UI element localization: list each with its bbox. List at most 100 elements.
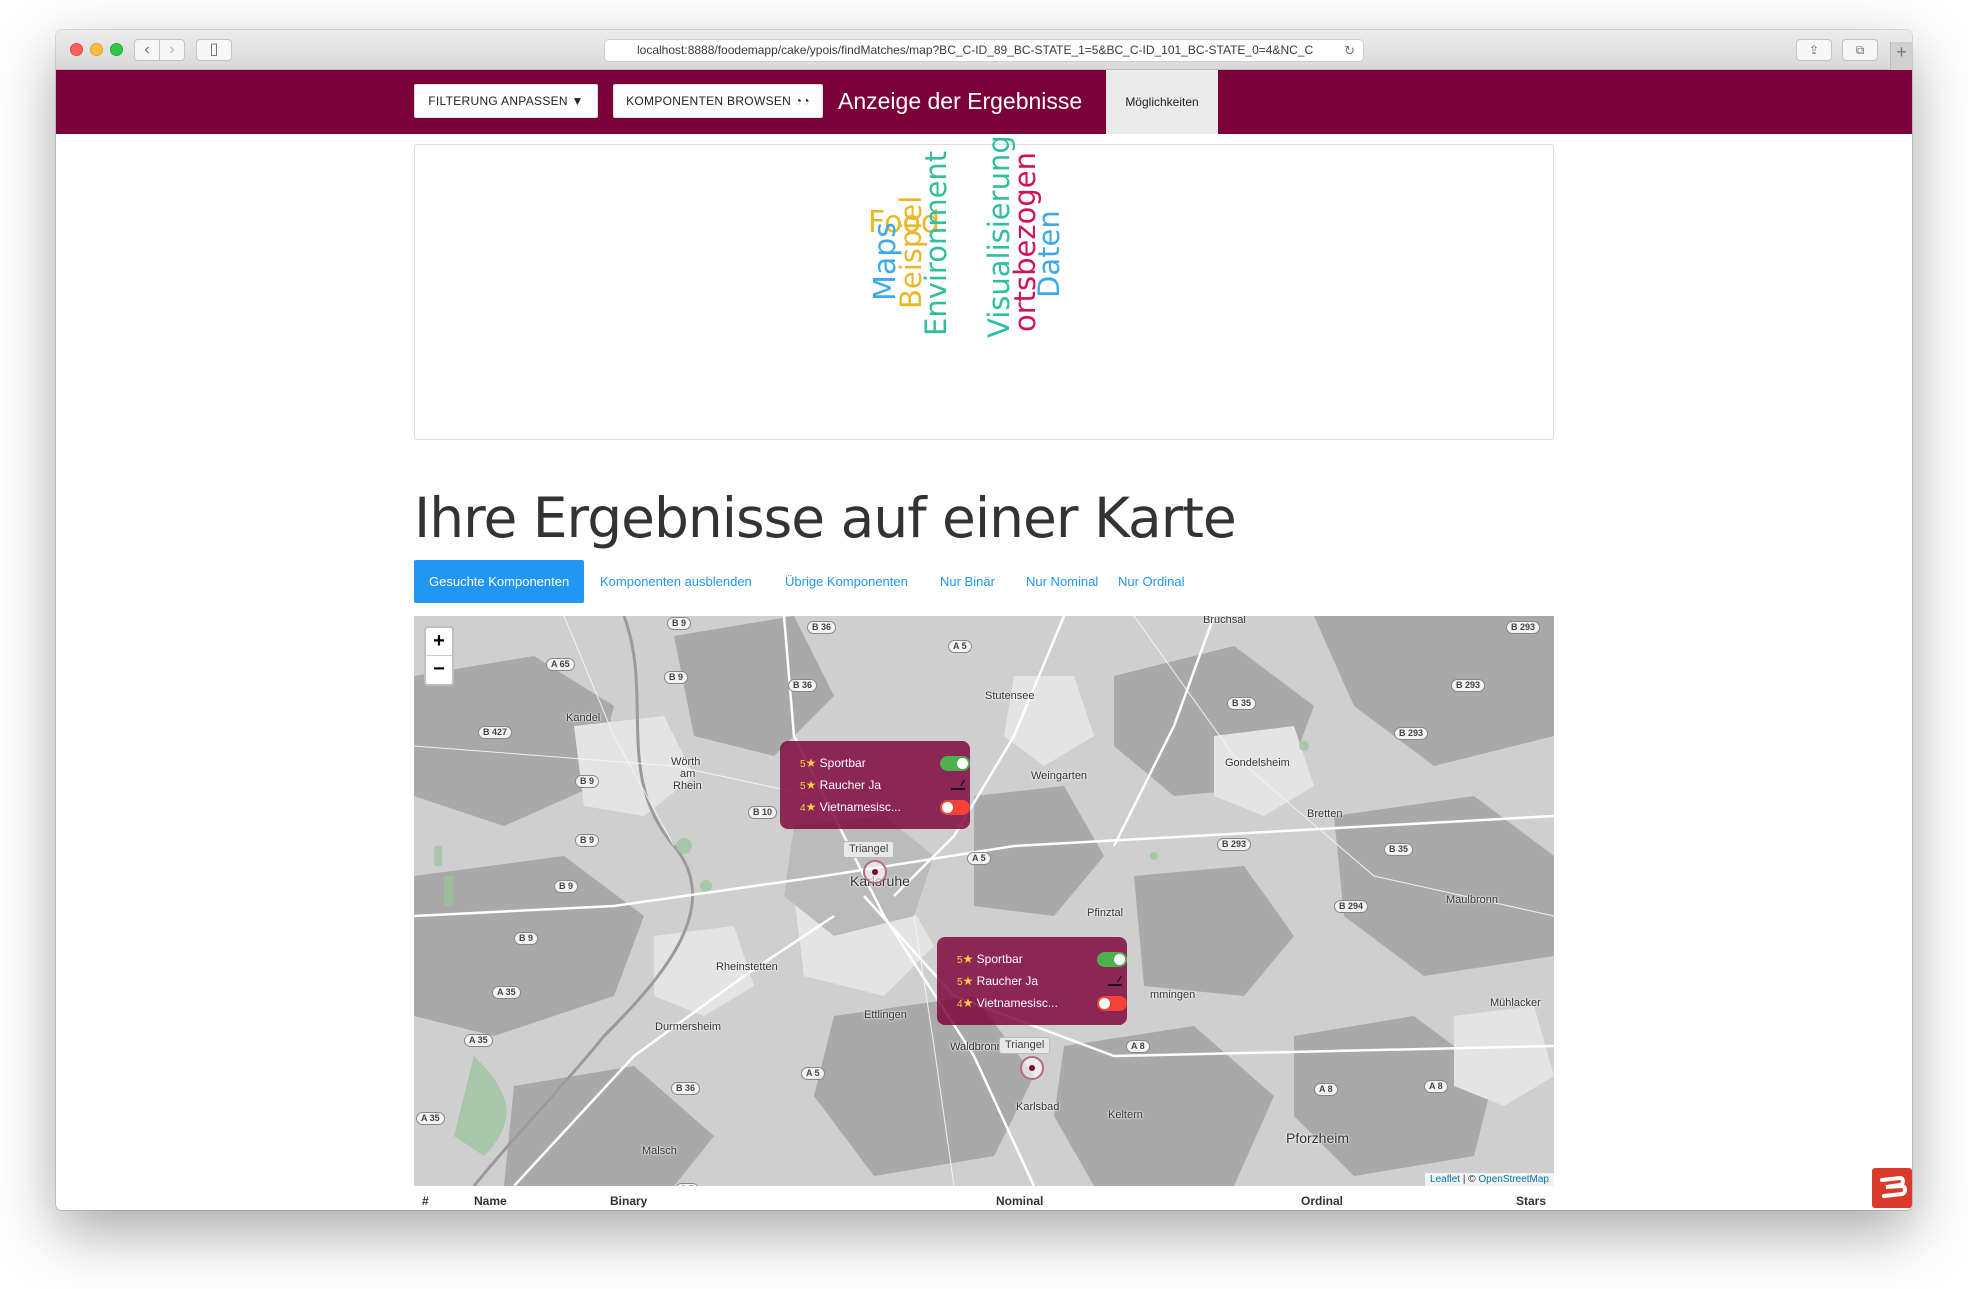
zoom-in-button[interactable]: + <box>426 628 452 656</box>
road-label: A 8 <box>1424 1080 1448 1093</box>
place-label: am <box>680 768 696 780</box>
results-map[interactable]: B 9 B 36 A 5 B 293 A 65 B 9 B 36 B 293 B… <box>414 616 1554 1186</box>
page-title: Anzeige der Ergebnisse <box>838 88 1083 114</box>
road-label: B 9 <box>664 671 689 684</box>
reload-icon[interactable]: ↻ <box>1344 40 1355 61</box>
marker-popup[interactable]: 5★ Sportbar 5★ Raucher Ja 4★ Vietnamesis… <box>780 741 970 829</box>
place-label: Kandel <box>566 712 601 724</box>
close-window-button[interactable] <box>70 43 83 56</box>
toggle-on-icon <box>940 756 970 771</box>
toggle-on-icon <box>1097 952 1127 967</box>
road-label: B 9 <box>514 932 539 945</box>
popup-item-name: Raucher Ja <box>976 974 1039 988</box>
cloud-word-environment: Environment <box>919 150 953 336</box>
marker-dot <box>872 869 878 875</box>
place-label: Malsch <box>642 1145 677 1157</box>
popup-row: 5★ Raucher Ja <box>800 775 970 797</box>
road-label: A 8 <box>1314 1083 1338 1096</box>
app-logo-icon[interactable] <box>1872 1168 1912 1208</box>
filter-icon: ▼ <box>571 94 584 108</box>
tabs-overview-icon[interactable]: ⧉ <box>1842 39 1878 61</box>
road-label: A 35 <box>464 1034 493 1047</box>
pill-komponenten-ausblenden[interactable]: Komponenten ausblenden <box>585 560 767 603</box>
back-icon[interactable]: ‹ <box>134 39 160 61</box>
marker-label: Triangel <box>999 1037 1051 1054</box>
smoking-icon <box>951 779 965 790</box>
star-icon: ★ <box>805 800 817 814</box>
map-zoom-control: + − <box>424 626 454 686</box>
road-label: B 9 <box>554 880 579 893</box>
pill-nur-binaer[interactable]: Nur Binär <box>925 560 1010 603</box>
road-label: A 5 <box>967 852 991 865</box>
minimize-window-button[interactable] <box>90 43 103 56</box>
popup-row: 5★ Raucher Ja <box>957 971 1127 993</box>
popup-row: 5★ Sportbar <box>800 753 970 775</box>
pill-uebrige-komponenten[interactable]: Übrige Komponenten <box>770 560 923 603</box>
place-label: Karlsbad <box>1016 1101 1060 1113</box>
popup-row: 4★ Vietnamesisc... <box>800 797 970 819</box>
column-header: # <box>422 1194 429 1208</box>
column-header: Name <box>474 1194 507 1208</box>
column-header: Nominal <box>996 1194 1044 1208</box>
star-icon: ★ <box>962 974 974 988</box>
map-marker[interactable] <box>1020 1056 1044 1080</box>
place-label: Bruchsal <box>1203 616 1246 626</box>
road-label: B 35 <box>1227 697 1257 710</box>
road-label: B 9 <box>575 834 600 847</box>
road-label: B 36 <box>671 1082 701 1095</box>
filter-button[interactable]: FILTERUNG ANPASSEN ▼ <box>414 84 598 118</box>
popup-item-name: Vietnamesisc... <box>976 996 1058 1010</box>
share-icon[interactable]: ⇪ <box>1796 39 1832 61</box>
new-tab-icon[interactable]: + <box>1890 42 1912 70</box>
road-label: B 293 <box>1506 621 1541 634</box>
pill-nur-ordinal[interactable]: Nur Ordinal <box>1103 560 1199 603</box>
road-label: B 293 <box>1394 727 1429 740</box>
place-label: mmingen <box>1150 989 1196 1001</box>
star-icon: ★ <box>805 778 817 792</box>
marker-popup[interactable]: 5★ Sportbar 5★ Raucher Ja 4★ Vietnamesis… <box>937 937 1127 1025</box>
smoking-icon <box>1108 975 1122 986</box>
leaflet-link[interactable]: Leaflet <box>1430 1174 1460 1185</box>
forward-icon[interactable]: › <box>159 39 185 61</box>
star-icon: ★ <box>962 996 974 1010</box>
star-icon: ★ <box>962 952 974 966</box>
browse-components-button[interactable]: KOMPONENTEN BROWSEN ◔◔ <box>613 84 823 118</box>
place-label: Rhein <box>673 780 702 792</box>
road-label: A 8 <box>1126 1040 1150 1053</box>
place-label: Pfinztal <box>1087 907 1124 919</box>
map-attribution: Leaflet | © OpenStreetMap <box>1425 1173 1554 1186</box>
zoom-out-button[interactable]: − <box>426 656 452 684</box>
place-label: Wörth <box>671 756 701 768</box>
road-label: B 9 <box>667 617 692 630</box>
cloud-word-daten: Daten <box>1032 210 1066 298</box>
popup-item-name: Sportbar <box>976 952 1023 966</box>
word-cloud-panel: Food Maps Beispiel Environment Visualisi… <box>414 135 1554 440</box>
tab-moeglichkeiten[interactable]: Möglichkeiten <box>1106 70 1218 134</box>
address-bar[interactable]: localhost:8888/foodemapp/cake/ypois/find… <box>604 39 1364 62</box>
zoom-window-button[interactable] <box>110 43 123 56</box>
road-label: B 36 <box>788 679 818 692</box>
road-label: A 5 <box>801 1067 825 1080</box>
popup-item-name: Sportbar <box>819 756 866 770</box>
browse-button-label: KOMPONENTEN BROWSEN <box>626 94 792 108</box>
road-label: A 5 <box>675 1183 699 1186</box>
popup-row: 5★ Sportbar <box>957 949 1127 971</box>
road-label: B 35 <box>1384 843 1414 856</box>
osm-link[interactable]: OpenStreetMap <box>1478 1174 1549 1185</box>
browser-toolbar: ‹ › ▯ localhost:8888/foodemapp/cake/ypoi… <box>56 30 1912 70</box>
popup-item-name: Vietnamesisc... <box>819 800 901 814</box>
place-label: Weingarten <box>1031 770 1088 782</box>
road-label: B 427 <box>478 726 513 739</box>
place-label: Waldbronn <box>950 1041 1003 1053</box>
pill-nur-nominal[interactable]: Nur Nominal <box>1011 560 1113 603</box>
sidebar-toggle-icon[interactable]: ▯ <box>196 39 232 61</box>
pill-gesuchte-komponenten[interactable]: Gesuchte Komponenten <box>414 560 585 603</box>
map-marker[interactable] <box>863 860 887 884</box>
place-label: Stutensee <box>985 690 1035 702</box>
logo-shape <box>1880 1175 1907 1198</box>
star-icon: ★ <box>805 756 817 770</box>
road-label: A 35 <box>416 1112 445 1125</box>
place-label: Gondelsheim <box>1225 757 1290 769</box>
road-label: A 5 <box>948 640 972 653</box>
road-label: B 294 <box>1334 900 1369 913</box>
